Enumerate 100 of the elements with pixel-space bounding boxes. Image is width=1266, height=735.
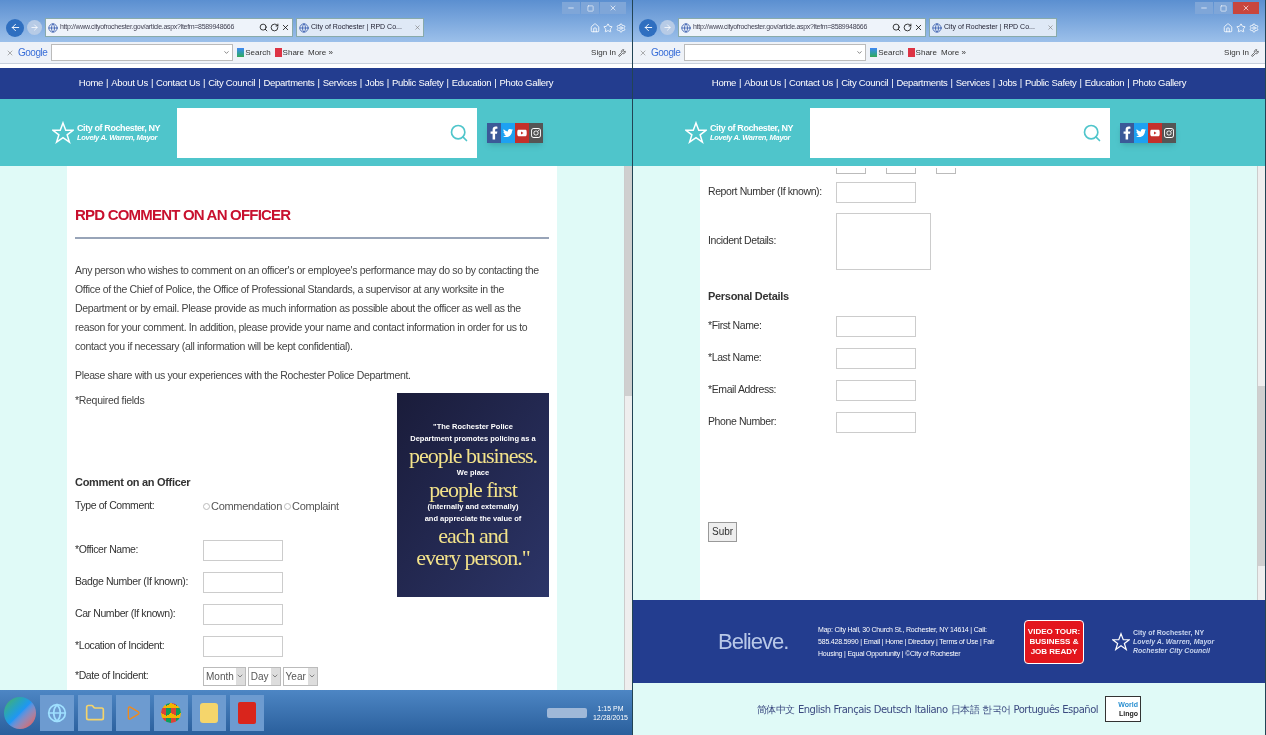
nav-link[interactable]: Jobs (364, 76, 384, 91)
radio-button[interactable] (203, 503, 210, 510)
nav-link[interactable]: About Us (744, 76, 781, 91)
dropdown[interactable]: Month (203, 666, 246, 686)
nav-link[interactable]: City Council (208, 76, 256, 91)
text-field[interactable] (203, 571, 283, 593)
text-field[interactable] (203, 603, 283, 625)
close-icon[interactable] (6, 48, 14, 57)
close-button[interactable] (1233, 2, 1259, 14)
dropdown[interactable] (836, 168, 866, 174)
search-field[interactable] (51, 44, 234, 61)
notes-icon[interactable] (192, 694, 226, 731)
nav-link[interactable]: Home (711, 76, 736, 91)
favorites-icon[interactable] (603, 22, 613, 33)
scrollbar[interactable] (624, 166, 632, 690)
instagram-icon[interactable] (529, 122, 543, 143)
language-link[interactable]: Français (833, 701, 871, 717)
youtube-icon[interactable] (1148, 122, 1162, 143)
nav-link[interactable]: Contact Us (156, 76, 201, 91)
site-search-field[interactable] (177, 107, 477, 158)
start-button[interactable] (4, 696, 36, 729)
minimize-button[interactable] (1195, 2, 1213, 14)
share-button[interactable]: Share (907, 46, 937, 59)
facebook-icon[interactable] (1120, 122, 1134, 143)
sign-in-button[interactable]: Sign In (591, 46, 626, 59)
close-icon[interactable] (639, 48, 647, 57)
submit-button[interactable]: Subr (708, 521, 738, 542)
home-icon[interactable] (590, 22, 600, 33)
instagram-icon[interactable] (1162, 122, 1176, 143)
home-icon[interactable] (1223, 22, 1233, 33)
back-button[interactable] (639, 18, 657, 37)
back-button[interactable] (6, 18, 24, 37)
facebook-icon[interactable] (487, 122, 501, 143)
nav-link[interactable]: About Us (111, 76, 148, 91)
dropdown[interactable]: Year (282, 666, 318, 686)
field-label: Type of Comment: (75, 498, 156, 514)
language-link[interactable]: English (797, 701, 831, 717)
twitter-icon[interactable] (501, 122, 515, 143)
text-field[interactable] (836, 379, 916, 401)
radio-button[interactable] (284, 503, 291, 510)
forward-button[interactable] (660, 20, 675, 35)
nav-link[interactable]: Contact Us (789, 76, 834, 91)
text-field[interactable] (836, 347, 916, 369)
close-button[interactable] (600, 2, 626, 14)
language-link[interactable]: Deutsch (873, 701, 912, 717)
browser-icon[interactable] (40, 694, 74, 731)
text-field[interactable] (836, 411, 916, 433)
radio-option[interactable]: Complaint (284, 498, 339, 515)
nav-link[interactable]: Education (451, 76, 492, 91)
language-link[interactable]: 한국어 (982, 701, 1011, 717)
minimize-button[interactable] (562, 2, 580, 14)
sign-in-button[interactable]: Sign In (1224, 46, 1259, 59)
search-button[interactable]: Search (870, 46, 904, 59)
folder-icon[interactable] (78, 694, 112, 731)
video-tour-badge[interactable]: VIDEO TOUR: BUSINESS & JOB READY (1024, 619, 1084, 664)
text-field[interactable] (203, 635, 283, 657)
language-link[interactable]: 日本語 (950, 701, 980, 717)
text-area[interactable] (836, 212, 931, 270)
nav-link[interactable]: Services (955, 76, 990, 91)
scrollbar[interactable] (1257, 166, 1265, 600)
site-search-field[interactable] (810, 107, 1110, 158)
maximize-button[interactable] (1214, 2, 1232, 14)
nav-separator: | (890, 76, 895, 91)
nav-link[interactable]: Jobs (997, 76, 1017, 91)
favorites-icon[interactable] (1236, 22, 1246, 33)
dropdown[interactable] (936, 168, 956, 174)
search-button[interactable]: Search (237, 46, 271, 59)
forward-button[interactable] (27, 20, 42, 35)
language-link[interactable]: Español (1062, 701, 1099, 717)
radio-option[interactable]: Commendation (203, 498, 282, 515)
more-button[interactable]: More » (940, 46, 966, 59)
settings-icon[interactable] (616, 22, 626, 33)
tray-icons[interactable] (546, 707, 587, 718)
nav-link[interactable]: Photo Gallery (499, 76, 554, 91)
dropdown[interactable] (886, 168, 916, 174)
nav-link[interactable]: Departments (263, 76, 315, 91)
nav-link[interactable]: Photo Gallery (1132, 76, 1187, 91)
twitter-icon[interactable] (1134, 122, 1148, 143)
youtube-icon[interactable] (515, 122, 529, 143)
nav-link[interactable]: Public Safety (1025, 76, 1077, 91)
text-field[interactable] (203, 539, 283, 561)
language-link[interactable]: Italiano (914, 701, 948, 717)
text-field[interactable] (836, 315, 916, 337)
nav-link[interactable]: Home (78, 76, 103, 91)
nav-link[interactable]: Education (1084, 76, 1125, 91)
maximize-button[interactable] (581, 2, 599, 14)
media-player-icon[interactable] (116, 694, 150, 731)
nav-link[interactable]: Services (322, 76, 357, 91)
search-field[interactable] (684, 44, 867, 61)
dropdown[interactable]: Day (247, 666, 281, 686)
settings-icon[interactable] (1249, 22, 1259, 33)
share-button[interactable]: Share (274, 46, 304, 59)
nav-link[interactable]: Public Safety (392, 76, 444, 91)
nav-link[interactable]: City Council (841, 76, 889, 91)
more-button[interactable]: More » (307, 46, 333, 59)
nav-separator: | (202, 76, 207, 91)
language-link[interactable]: Português (1013, 701, 1060, 717)
language-link[interactable]: 简体中文 (756, 701, 795, 717)
nav-link[interactable]: Departments (896, 76, 948, 91)
text-field[interactable] (836, 181, 916, 203)
